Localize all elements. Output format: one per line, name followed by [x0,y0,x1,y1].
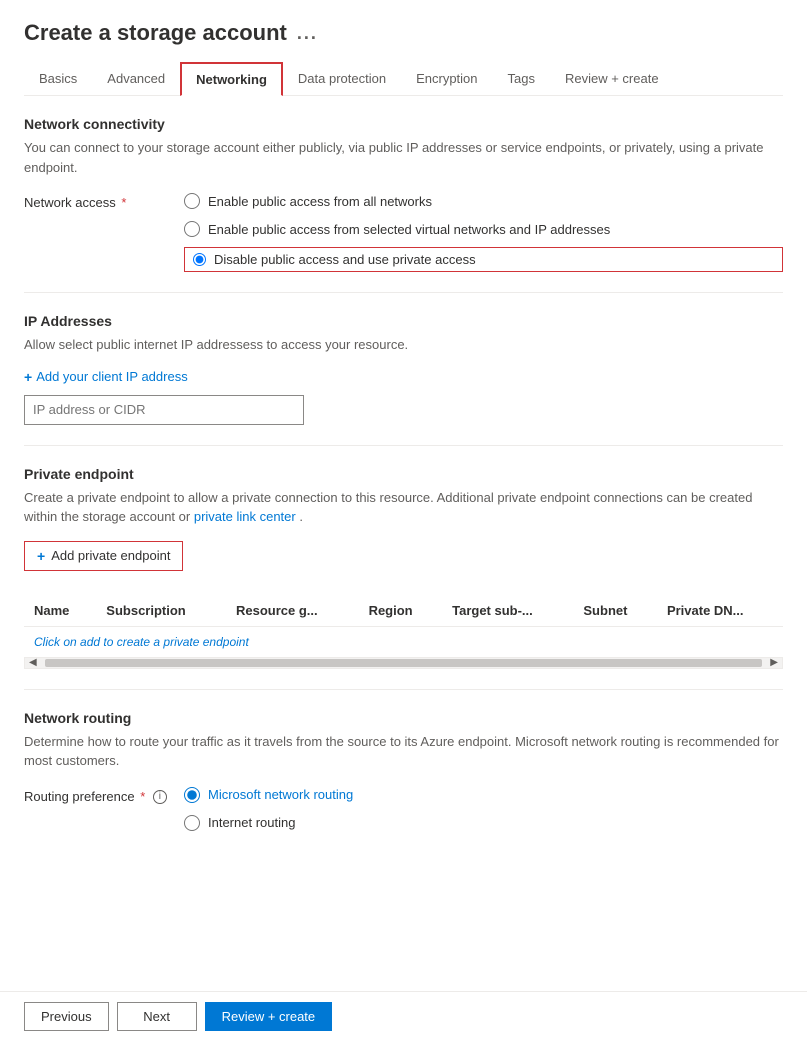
network-connectivity-section: Network connectivity You can connect to … [24,116,783,272]
routing-option-1-radio[interactable] [184,787,200,803]
routing-option-2-radio[interactable] [184,815,200,831]
routing-options: Microsoft network routing Internet routi… [184,785,783,833]
routing-preference-label: Routing preference * i [24,785,184,805]
routing-required-marker: * [140,789,145,804]
tab-data-protection[interactable]: Data protection [283,62,401,96]
private-endpoint-desc: Create a private endpoint to allow a pri… [24,488,783,527]
page-title-container: Create a storage account ... [24,20,783,46]
col-target-sub: Target sub-... [442,595,573,627]
routing-option-2[interactable]: Internet routing [184,813,783,833]
required-marker: * [121,195,126,210]
ip-addresses-section: IP Addresses Allow select public interne… [24,313,783,425]
footer: Previous Next Review + create [0,991,807,1041]
tab-networking[interactable]: Networking [180,62,283,96]
routing-info-icon[interactable]: i [153,790,167,804]
network-option-1-radio[interactable] [184,193,200,209]
tab-review-create[interactable]: Review + create [550,62,674,96]
ip-cidr-input[interactable] [24,395,304,425]
table-scrollbar[interactable]: ◀ ▶ [24,657,783,669]
col-resource-group: Resource g... [226,595,359,627]
network-option-2[interactable]: Enable public access from selected virtu… [184,219,783,239]
network-option-2-label: Enable public access from selected virtu… [208,222,610,237]
add-private-endpoint-button[interactable]: + Add private endpoint [24,541,183,571]
tab-tags[interactable]: Tags [493,62,550,96]
scroll-left-arrow[interactable]: ◀ [25,657,41,668]
network-access-row: Network access * Enable public access fr… [24,191,783,272]
private-link-center-link[interactable]: private link center [194,509,296,524]
table-header-row: Name Subscription Resource g... Region T… [24,595,783,627]
network-option-3-label: Disable public access and use private ac… [214,252,476,267]
add-client-ip-link[interactable]: + Add your client IP address [24,369,188,385]
private-endpoint-table-container: Name Subscription Resource g... Region T… [24,595,783,669]
private-endpoint-title: Private endpoint [24,466,783,482]
add-client-ip-label: Add your client IP address [36,369,188,384]
scroll-right-arrow[interactable]: ▶ [766,657,782,668]
page-title: Create a storage account [24,20,287,46]
network-routing-section: Network routing Determine how to route y… [24,710,783,833]
network-connectivity-title: Network connectivity [24,116,783,132]
col-private-dns: Private DN... [657,595,783,627]
add-private-endpoint-label: Add private endpoint [51,548,170,563]
divider-3 [24,689,783,690]
divider-2 [24,445,783,446]
divider-1 [24,292,783,293]
tab-advanced[interactable]: Advanced [92,62,180,96]
routing-preference-row: Routing preference * i Microsoft network… [24,785,783,833]
add-endpoint-plus-icon: + [37,548,45,564]
col-region: Region [359,595,443,627]
routing-option-1[interactable]: Microsoft network routing [184,785,783,805]
table-empty-message: Click on add to create a private endpoin… [24,627,783,657]
routing-option-1-label: Microsoft network routing [208,787,353,802]
previous-button[interactable]: Previous [24,1002,109,1031]
network-option-2-radio[interactable] [184,221,200,237]
network-access-options: Enable public access from all networks E… [184,191,783,272]
ip-addresses-title: IP Addresses [24,313,783,329]
ip-addresses-desc: Allow select public internet IP addresse… [24,335,783,355]
scrollbar-track[interactable] [45,659,763,667]
network-routing-desc: Determine how to route your traffic as i… [24,732,783,771]
plus-icon: + [24,369,32,385]
network-option-1[interactable]: Enable public access from all networks [184,191,783,211]
network-access-label: Network access * [24,191,184,210]
network-option-1-label: Enable public access from all networks [208,194,432,209]
col-subscription: Subscription [96,595,226,627]
private-endpoint-section: Private endpoint Create a private endpoi… [24,466,783,669]
network-routing-title: Network routing [24,710,783,726]
tab-encryption[interactable]: Encryption [401,62,492,96]
network-option-3-radio[interactable] [193,253,206,266]
next-button[interactable]: Next [117,1002,197,1031]
col-subnet: Subnet [573,595,657,627]
page-title-dots: ... [297,23,318,44]
col-name: Name [24,595,96,627]
tab-basics[interactable]: Basics [24,62,92,96]
routing-option-2-label: Internet routing [208,815,295,830]
network-connectivity-desc: You can connect to your storage account … [24,138,783,177]
tab-navigation: Basics Advanced Networking Data protecti… [24,62,783,96]
private-endpoint-table: Name Subscription Resource g... Region T… [24,595,783,627]
network-option-3-box[interactable]: Disable public access and use private ac… [184,247,783,272]
review-create-button[interactable]: Review + create [205,1002,333,1031]
